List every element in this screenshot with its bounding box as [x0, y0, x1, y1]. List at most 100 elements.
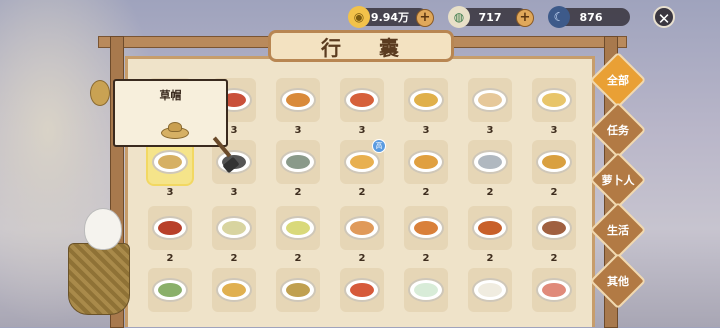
- dish-icon: [216, 278, 252, 302]
- dish-icon: [408, 150, 444, 174]
- inventory-slot[interactable]: [276, 206, 320, 250]
- add-gems-button[interactable]: +: [516, 9, 534, 27]
- inventory-slot[interactable]: [276, 140, 320, 184]
- dish-icon: [536, 150, 572, 174]
- dish-icon: [472, 150, 508, 174]
- item-count: 2: [422, 187, 430, 198]
- inventory-slot[interactable]: [468, 140, 512, 184]
- item-count: 2: [422, 253, 430, 264]
- food-icon: [542, 155, 566, 169]
- gourd-decoration: [90, 80, 110, 106]
- item-count: 2: [550, 253, 558, 264]
- page-title: 行囊: [268, 30, 454, 62]
- food-icon: [158, 221, 182, 235]
- inventory-slot[interactable]: [340, 268, 384, 312]
- tab-other[interactable]: 其他: [598, 261, 638, 301]
- dish-icon: [280, 278, 316, 302]
- tab-all[interactable]: 全部: [598, 60, 638, 100]
- dish-icon: [152, 150, 188, 174]
- food-icon: [286, 93, 310, 107]
- food-icon: [222, 283, 246, 297]
- moon-counter: ☾ 876: [548, 6, 630, 28]
- food-icon: [542, 283, 566, 297]
- coin-icon: ◉: [348, 6, 370, 28]
- inventory-slot[interactable]: [404, 268, 448, 312]
- food-icon: [478, 283, 502, 297]
- inventory-slot[interactable]: [212, 206, 256, 250]
- inventory-slot[interactable]: [212, 268, 256, 312]
- gem-icon: ◍: [448, 6, 470, 28]
- item-count: 2: [166, 253, 174, 264]
- inventory-slot[interactable]: [404, 78, 448, 122]
- food-icon: [350, 155, 374, 169]
- inventory-slot[interactable]: [468, 78, 512, 122]
- tab-task[interactable]: 任务: [598, 110, 638, 150]
- dish-icon: [408, 216, 444, 240]
- inventory-slot[interactable]: [532, 206, 576, 250]
- food-icon: [542, 221, 566, 235]
- food-icon: [286, 283, 310, 297]
- food-icon: [350, 221, 374, 235]
- inventory-slot[interactable]: [148, 268, 192, 312]
- dish-icon: [152, 278, 188, 302]
- dish-icon: [472, 216, 508, 240]
- item-count: 3: [486, 125, 494, 136]
- item-tooltip: 草帽: [113, 79, 228, 147]
- item-count: 2: [230, 253, 238, 264]
- inventory-slot[interactable]: [340, 206, 384, 250]
- inventory-slot[interactable]: [532, 268, 576, 312]
- new-item-badge: 高: [372, 139, 386, 153]
- food-icon: [414, 93, 438, 107]
- food-icon: [286, 155, 310, 169]
- dish-icon: [280, 88, 316, 112]
- dish-icon: [280, 150, 316, 174]
- add-coins-button[interactable]: +: [416, 9, 434, 27]
- close-button[interactable]: ✕: [653, 6, 675, 28]
- basket-decoration: [68, 243, 130, 315]
- dish-icon: [216, 216, 252, 240]
- inventory-slot[interactable]: [468, 206, 512, 250]
- item-count: 3: [166, 187, 174, 198]
- item-count: 2: [294, 187, 302, 198]
- item-count: 2: [358, 253, 366, 264]
- item-count: 2: [486, 187, 494, 198]
- food-icon: [286, 221, 310, 235]
- inventory-slot[interactable]: [276, 268, 320, 312]
- tab-radish[interactable]: 萝卜人: [598, 160, 638, 200]
- item-count: 3: [230, 187, 238, 198]
- tab-life[interactable]: 生活: [598, 210, 638, 250]
- inventory-slot[interactable]: [532, 78, 576, 122]
- inventory-slot[interactable]: [532, 140, 576, 184]
- food-icon: [478, 221, 502, 235]
- inventory-slot[interactable]: [404, 140, 448, 184]
- food-icon: [414, 221, 438, 235]
- dish-icon: [344, 88, 380, 112]
- inventory-slot[interactable]: [404, 206, 448, 250]
- food-icon: [478, 155, 502, 169]
- food-icon: [478, 93, 502, 107]
- inventory-slot[interactable]: [468, 268, 512, 312]
- item-count: 2: [294, 253, 302, 264]
- item-count: 2: [550, 187, 558, 198]
- food-icon: [158, 283, 182, 297]
- dish-icon: [280, 216, 316, 240]
- moon-icon: ☾: [548, 6, 570, 28]
- dish-icon: [408, 88, 444, 112]
- item-count: 2: [486, 253, 494, 264]
- food-icon: [158, 155, 182, 169]
- dish-icon: [344, 216, 380, 240]
- food-icon: [542, 93, 566, 107]
- inventory-slot[interactable]: [148, 206, 192, 250]
- inventory-slot[interactable]: [276, 78, 320, 122]
- food-icon: [414, 283, 438, 297]
- item-count: 3: [358, 125, 366, 136]
- radish-character: [84, 208, 122, 250]
- straw-hat-crown-icon: [168, 122, 182, 132]
- item-count: 3: [422, 125, 430, 136]
- inventory-slot[interactable]: [340, 78, 384, 122]
- dish-icon: [536, 278, 572, 302]
- item-count: 3: [294, 125, 302, 136]
- dish-icon: [152, 216, 188, 240]
- coin-counter: ◉ 9.94万 +: [348, 6, 434, 28]
- dish-icon: [344, 278, 380, 302]
